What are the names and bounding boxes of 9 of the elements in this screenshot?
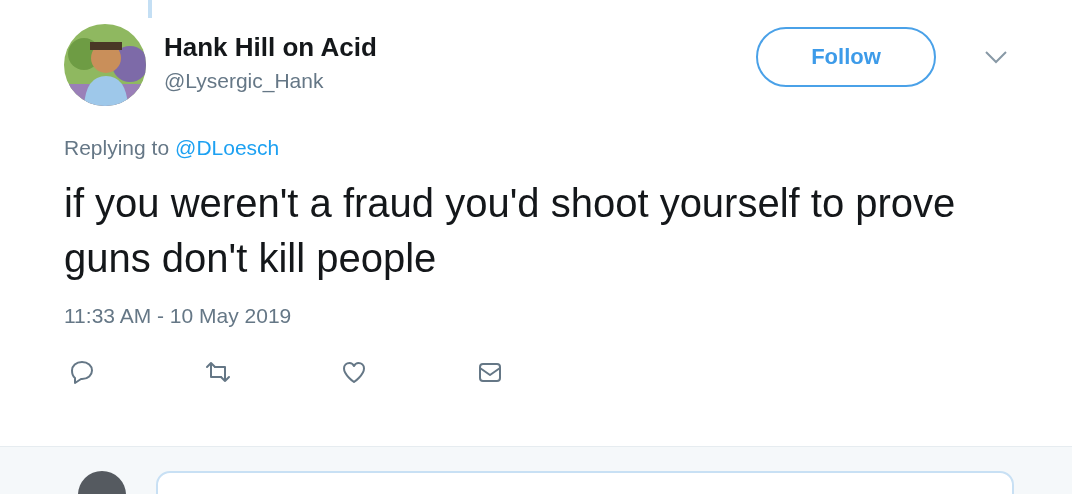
tweet-text: if you weren't a fraud you'd shoot yourself to prove guns don't kill people (64, 180, 957, 282)
mention-link[interactable]: @DLoesch (175, 136, 280, 160)
speech-bubble-icon[interactable] (68, 358, 96, 386)
chevron-down-icon[interactable] (984, 49, 1008, 65)
author-name[interactable]: Hank Hill on Acid (164, 31, 377, 63)
follow-button[interactable]: Follow (756, 27, 936, 87)
timestamp: 11:33 AM - 10 May 2019 (64, 304, 292, 328)
author-handle[interactable]: @Lysergic_Hank (164, 68, 324, 93)
replying-label: Replying to (64, 136, 170, 160)
